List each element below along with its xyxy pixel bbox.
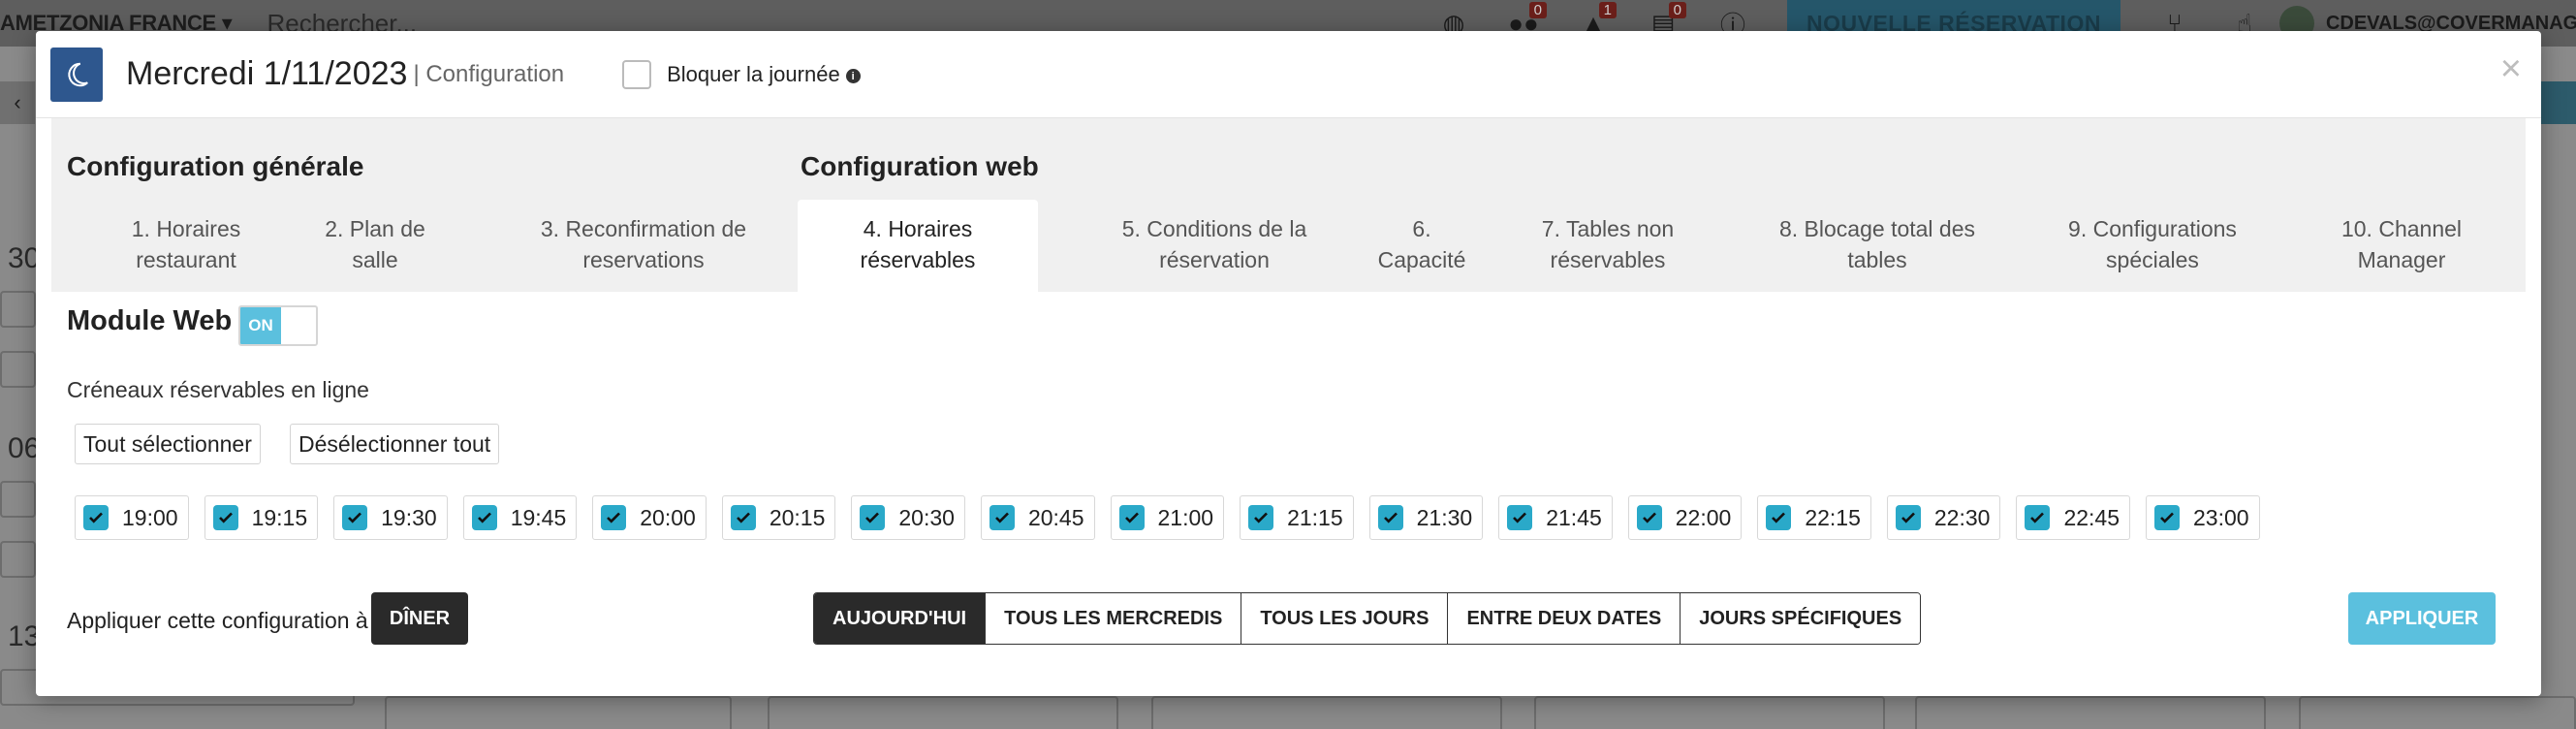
time-slots: 19:00 19:15 19:30 19:45 20:00 20:15 20:3…: [75, 495, 2260, 540]
time-slot[interactable]: 20:00: [592, 495, 707, 540]
time-slot[interactable]: 20:45: [980, 495, 1095, 540]
calendar-cell: [0, 291, 36, 328]
calendar-cell: [2299, 696, 2576, 729]
calendar-cell: [0, 351, 36, 388]
scope-between-dates-button[interactable]: Entre deux dates: [1448, 593, 1681, 644]
tab-plan-de-salle[interactable]: 2. Plan de salle: [305, 200, 445, 292]
modal-title: Mercredi 1/11/2023: [126, 55, 408, 92]
bell-badge: 1: [1598, 2, 1618, 18]
check-icon[interactable]: [342, 505, 368, 530]
check-icon[interactable]: [1636, 505, 1662, 530]
general-config-title: Configuration générale: [67, 151, 364, 181]
close-icon[interactable]: ×: [2500, 50, 2522, 87]
check-icon[interactable]: [1895, 505, 1921, 530]
moon-icon: [50, 47, 103, 102]
check-icon[interactable]: [212, 505, 238, 530]
calendar-cell: [1915, 696, 2266, 729]
tab-content: Module Web ON Créneaux réservables en li…: [51, 292, 2526, 682]
tab-blocage-total[interactable]: 8. Blocage total des tables: [1747, 200, 2007, 292]
check-icon[interactable]: [83, 505, 109, 530]
check-icon[interactable]: [989, 505, 1015, 530]
time-slot[interactable]: 23:00: [2146, 495, 2260, 540]
modal-header: Mercredi 1/11/2023 | Configuration Bloqu…: [36, 31, 2541, 118]
time-slot[interactable]: 22:45: [2016, 495, 2130, 540]
service-diner-button[interactable]: DÎNER: [371, 592, 468, 645]
check-icon[interactable]: [1248, 505, 1274, 530]
time-slot[interactable]: 20:15: [721, 495, 836, 540]
calendar-cell: [0, 481, 36, 518]
time-slot[interactable]: 20:30: [851, 495, 965, 540]
tab-configurations-speciales[interactable]: 9. Configurations spéciales: [2038, 200, 2267, 292]
scope-all-days-button[interactable]: Tous les jours: [1241, 593, 1449, 644]
apply-button[interactable]: Appliquer: [2348, 592, 2496, 645]
day-configuration-modal: Mercredi 1/11/2023 | Configuration Bloqu…: [36, 31, 2541, 696]
scope-all-wednesdays-button[interactable]: Tous les mercredis: [986, 593, 1242, 644]
time-slot[interactable]: 21:45: [1498, 495, 1613, 540]
tab-horaires-restaurant[interactable]: 1. Horaires restaurant: [92, 200, 280, 292]
check-icon[interactable]: [730, 505, 756, 530]
check-icon[interactable]: [1377, 505, 1403, 530]
time-slot[interactable]: 22:15: [1757, 495, 1871, 540]
calendar-cell: [385, 696, 732, 729]
calendar-cell: [0, 541, 36, 578]
time-slot[interactable]: 19:30: [333, 495, 448, 540]
chevron-left-icon[interactable]: ‹: [0, 81, 35, 124]
time-slot[interactable]: 22:00: [1627, 495, 1743, 540]
time-slot[interactable]: 19:00: [75, 495, 189, 540]
select-all-button[interactable]: Tout sélectionner: [75, 424, 261, 464]
time-slot[interactable]: 21:00: [1110, 495, 1225, 540]
calendar-cell: [1151, 696, 1502, 729]
check-icon[interactable]: [1507, 505, 1533, 530]
tab-reconfirmation[interactable]: 3. Reconfirmation de reservations: [507, 200, 780, 292]
info-icon: i: [845, 69, 861, 83]
online-slots-label: Créneaux réservables en ligne: [67, 377, 369, 402]
background-app-button[interactable]: [2541, 81, 2576, 124]
time-slot[interactable]: 22:30: [1886, 495, 2001, 540]
tab-capacite[interactable]: 6. Capacité: [1358, 200, 1486, 292]
check-icon[interactable]: [1766, 505, 1792, 530]
switch-on-label: ON: [240, 307, 281, 344]
module-web-switch[interactable]: ON: [238, 305, 318, 346]
module-web-title: Module Web: [67, 305, 233, 336]
tab-channel-manager[interactable]: 10. Channel Manager: [2309, 200, 2494, 292]
time-slot[interactable]: 21:15: [1240, 495, 1354, 540]
time-slot[interactable]: 21:30: [1368, 495, 1484, 540]
block-day-toggle[interactable]: Bloquer la journée i: [622, 59, 861, 89]
time-slot[interactable]: 19:45: [462, 495, 578, 540]
check-icon[interactable]: [471, 505, 497, 530]
configuration-area: Configuration générale Configuration web…: [51, 118, 2526, 682]
notes-badge: 0: [1668, 2, 1687, 18]
modal-subtitle: | Configuration: [413, 60, 565, 87]
check-icon[interactable]: [2154, 505, 2180, 530]
block-day-label: Bloquer la journée i: [667, 62, 861, 87]
tab-tables-non-reservables[interactable]: 7. Tables non réservables: [1501, 200, 1714, 292]
check-icon[interactable]: [2025, 505, 2051, 530]
scope-specific-days-button[interactable]: Jours spécifiques: [1681, 593, 1921, 644]
check-icon[interactable]: [860, 505, 886, 530]
scope-today-button[interactable]: Aujourd'hui: [814, 593, 987, 644]
apply-scope-group: Aujourd'hui Tous les mercredis Tous les …: [813, 592, 1922, 645]
calendar-cell: [768, 696, 1118, 729]
block-day-checkbox[interactable]: [622, 59, 652, 89]
deselect-all-button[interactable]: Désélectionner tout: [290, 424, 500, 464]
calendar-cell: [1534, 696, 1885, 729]
tab-horaires-reservables[interactable]: 4. Horaires réservables: [798, 200, 1038, 292]
users-badge: 0: [1528, 2, 1548, 18]
apply-config-label: Appliquer cette configuration à: [67, 608, 368, 633]
time-slot[interactable]: 19:15: [204, 495, 319, 540]
tab-conditions-reservation[interactable]: 5. Conditions de la réservation: [1083, 200, 1346, 292]
check-icon[interactable]: [1118, 505, 1145, 530]
web-config-title: Configuration web: [801, 151, 1039, 181]
check-icon[interactable]: [601, 505, 627, 530]
